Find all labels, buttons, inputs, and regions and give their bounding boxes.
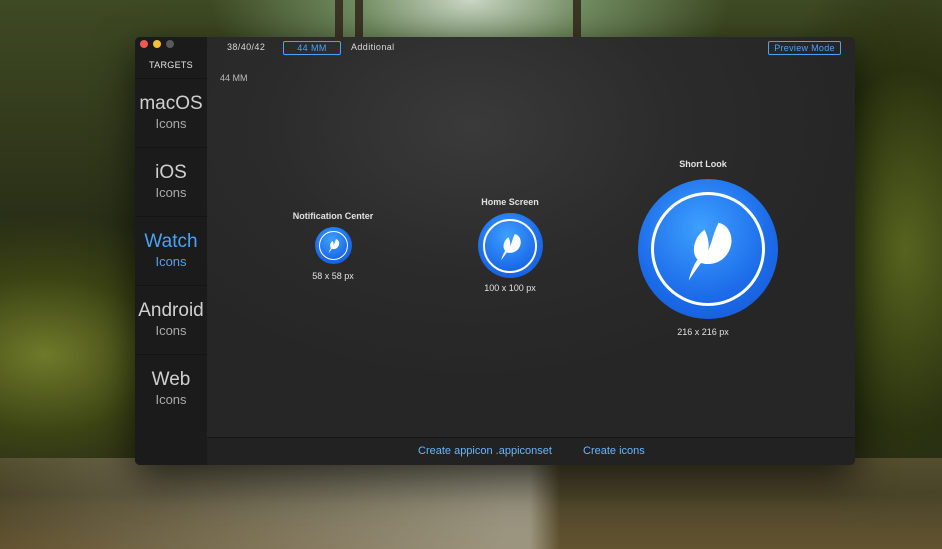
sidebar-item-android[interactable]: Android Icons — [135, 285, 207, 355]
minimize-window-button[interactable] — [153, 40, 161, 48]
icon-preview-home-screen: Home Screen 100 x 100 px — [450, 197, 570, 293]
icon-preview-short-look: Short Look 216 x 216 px — [638, 159, 778, 337]
sidebar: TARGETS macOS Icons iOS Icons Watch Icon… — [135, 37, 208, 465]
zoom-window-button[interactable] — [166, 40, 174, 48]
tab-44-mm[interactable]: 44 MM — [283, 41, 341, 55]
sidebar-item-watch[interactable]: Watch Icons — [135, 216, 207, 286]
icon-size-label: 100 x 100 px — [484, 283, 536, 293]
icon-size-label: 216 x 216 px — [677, 327, 729, 337]
sidebar-item-subtitle: Icons — [155, 323, 187, 338]
sidebar-item-macos[interactable]: macOS Icons — [135, 78, 207, 148]
sidebar-item-title: Web — [151, 369, 191, 390]
icon-preview-notification-center: Notification Center 58 x 58 px — [273, 211, 393, 281]
sidebar-header: TARGETS — [149, 60, 193, 70]
icon-size-label: 58 x 58 px — [312, 271, 354, 281]
icon-title: Short Look — [679, 159, 727, 169]
create-appiconset-button[interactable]: Create appicon .appiconset — [418, 445, 552, 457]
close-window-button[interactable] — [140, 40, 148, 48]
feather-icon — [328, 239, 339, 254]
sidebar-item-subtitle: Icons — [155, 116, 187, 131]
sidebar-item-title: macOS — [139, 93, 203, 114]
toolbar: 38/40/42 44 MM Additional Preview Mode — [207, 37, 855, 59]
create-icons-button[interactable]: Create icons — [583, 445, 645, 457]
app-icon — [477, 213, 543, 278]
icon-title: Notification Center — [292, 211, 374, 221]
preview-mode-button[interactable]: Preview Mode — [768, 41, 841, 55]
background-tree-trunk — [573, 0, 581, 40]
feather-icon — [688, 222, 732, 281]
sidebar-item-subtitle: Icons — [155, 185, 187, 200]
app-window: TARGETS macOS Icons iOS Icons Watch Icon… — [135, 37, 855, 465]
sidebar-item-title: iOS — [155, 162, 187, 183]
sidebar-item-subtitle: Icons — [155, 254, 187, 269]
app-icon — [314, 227, 352, 264]
main-panel: 38/40/42 44 MM Additional Preview Mode 4… — [207, 37, 855, 465]
tab-additional[interactable]: Additional — [351, 41, 395, 53]
sidebar-item-title: Watch — [144, 231, 198, 252]
background-tree-trunk — [335, 0, 343, 40]
tab-38-40-42[interactable]: 38/40/42 — [227, 41, 265, 53]
feather-icon — [501, 233, 521, 260]
sidebar-item-web[interactable]: Web Icons — [135, 354, 207, 424]
icon-title: Home Screen — [481, 197, 539, 207]
background-tree-trunk — [355, 0, 363, 40]
app-icon — [638, 179, 778, 319]
background-water — [0, 458, 942, 549]
sidebar-item-title: Android — [138, 300, 204, 321]
sidebar-item-subtitle: Icons — [155, 392, 187, 407]
bottom-action-bar: Create appicon .appiconset Create icons — [207, 437, 855, 465]
size-caption: 44 MM — [220, 73, 248, 83]
sidebar-item-ios[interactable]: iOS Icons — [135, 147, 207, 217]
